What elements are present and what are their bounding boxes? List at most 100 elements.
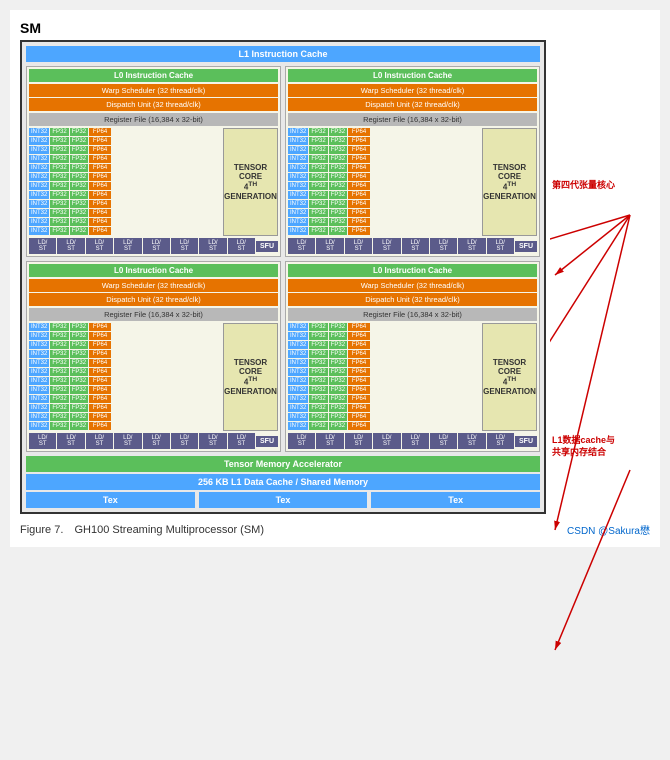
quadrant-bottom-left: L0 Instruction Cache Warp Scheduler (32 …: [26, 261, 281, 452]
cell: FP32: [309, 155, 327, 163]
cell: FP32: [329, 164, 347, 172]
cell: FP32: [329, 218, 347, 226]
cell: FP32: [70, 146, 88, 154]
cell: FP64: [89, 209, 111, 217]
cell: FP32: [309, 359, 327, 367]
cell: FP64: [89, 191, 111, 199]
cell: FP32: [329, 377, 347, 385]
ld-st: LD/ST: [316, 238, 343, 254]
ld-st: LD/ST: [57, 238, 84, 254]
cell: FP64: [348, 368, 370, 376]
cell: FP32: [309, 368, 327, 376]
cell: FP64: [89, 128, 111, 136]
cell: INT32: [29, 332, 49, 340]
cell: INT32: [288, 146, 308, 154]
cell: FP64: [348, 164, 370, 172]
cell: INT32: [288, 350, 308, 358]
cell: FP64: [348, 350, 370, 358]
dispatch-unit-bl: Dispatch Unit (32 thread/clk): [29, 293, 278, 306]
bottom-row-tl: LD/ST LD/ST LD/ST LD/ST LD/ST LD/ST LD/S…: [29, 238, 278, 254]
cell: FP64: [348, 137, 370, 145]
cell: INT32: [288, 368, 308, 376]
cell: FP32: [329, 323, 347, 331]
cell: FP32: [50, 395, 68, 403]
cell: FP32: [70, 377, 88, 385]
cell: FP32: [50, 146, 68, 154]
cell: FP32: [70, 200, 88, 208]
cell: FP32: [50, 227, 68, 235]
cell: INT32: [29, 323, 49, 331]
ld-st: LD/ST: [199, 238, 226, 254]
dispatch-unit-tl: Dispatch Unit (32 thread/clk): [29, 98, 278, 111]
cell: FP32: [329, 227, 347, 235]
cell: FP32: [50, 155, 68, 163]
cell: FP32: [70, 209, 88, 217]
cell: FP64: [348, 404, 370, 412]
cell: FP32: [70, 128, 88, 136]
cell: FP64: [348, 359, 370, 367]
cell: FP64: [348, 227, 370, 235]
int-fp-grid-bl: INT32FP32FP32FP64 INT32FP32FP32FP64 INT3…: [29, 323, 221, 431]
cell: FP64: [348, 422, 370, 430]
dispatch-unit-tr: Dispatch Unit (32 thread/clk): [288, 98, 537, 111]
cell: FP64: [348, 413, 370, 421]
ld-st: LD/ST: [402, 433, 429, 449]
cell: FP32: [329, 395, 347, 403]
cell: FP32: [329, 350, 347, 358]
cell: INT32: [29, 164, 49, 172]
annotations-svg: [550, 40, 650, 720]
cell: FP64: [348, 128, 370, 136]
cell: FP64: [89, 164, 111, 172]
cell: FP64: [89, 404, 111, 412]
cell: INT32: [29, 377, 49, 385]
ld-st: LD/ST: [402, 238, 429, 254]
cell: FP32: [309, 386, 327, 394]
cell: INT32: [29, 200, 49, 208]
compute-area-tl: INT32FP32FP32FP64 INT32FP32FP32FP64 INT3…: [29, 128, 278, 236]
bottom-row-br: LD/ST LD/ST LD/ST LD/ST LD/ST LD/ST LD/S…: [288, 433, 537, 449]
register-file-br: Register File (16,384 x 32-bit): [288, 308, 537, 321]
cell: INT32: [288, 209, 308, 217]
cell: FP64: [348, 218, 370, 226]
cell: FP32: [70, 350, 88, 358]
tex-row: Tex Tex Tex: [26, 492, 540, 508]
cell: FP64: [348, 182, 370, 190]
cell: INT32: [29, 191, 49, 199]
cell: INT32: [29, 182, 49, 190]
cell: FP32: [329, 413, 347, 421]
ld-st: LD/ST: [288, 433, 315, 449]
cell: FP64: [348, 209, 370, 217]
cell: FP32: [309, 227, 327, 235]
cell: FP32: [309, 173, 327, 181]
cell: INT32: [288, 395, 308, 403]
cell: FP32: [329, 128, 347, 136]
compute-area-tr: INT32FP32FP32FP64 INT32FP32FP32FP64 INT3…: [288, 128, 537, 236]
ld-st: LD/ST: [29, 238, 56, 254]
ld-st: LD/ST: [143, 238, 170, 254]
ld-st: LD/ST: [86, 433, 113, 449]
cell: INT32: [29, 404, 49, 412]
cell: FP32: [50, 386, 68, 394]
l1-data-cache: 256 KB L1 Data Cache / Shared Memory: [26, 474, 540, 490]
cell: FP32: [70, 227, 88, 235]
cell: FP64: [348, 200, 370, 208]
cell: FP32: [309, 422, 327, 430]
cell: INT32: [288, 182, 308, 190]
cell: FP32: [309, 191, 327, 199]
ld-st: LD/ST: [487, 433, 514, 449]
tensor-core-gen: 4TH GENERATION: [483, 376, 536, 396]
cell: FP32: [329, 332, 347, 340]
cell: FP32: [70, 368, 88, 376]
int-fp-grid-tr: INT32FP32FP32FP64 INT32FP32FP32FP64 INT3…: [288, 128, 480, 236]
cell: FP32: [70, 164, 88, 172]
cell: FP32: [309, 164, 327, 172]
ld-st: LD/ST: [114, 433, 141, 449]
cell: FP32: [329, 422, 347, 430]
warp-scheduler-br: Warp Scheduler (32 thread/clk): [288, 279, 537, 292]
cell: INT32: [29, 359, 49, 367]
l0-cache-bl: L0 Instruction Cache: [29, 264, 278, 277]
cell: FP32: [50, 332, 68, 340]
cell: FP32: [70, 137, 88, 145]
tensor-core-gen: 4TH GENERATION: [224, 376, 277, 396]
cell: FP32: [329, 209, 347, 217]
